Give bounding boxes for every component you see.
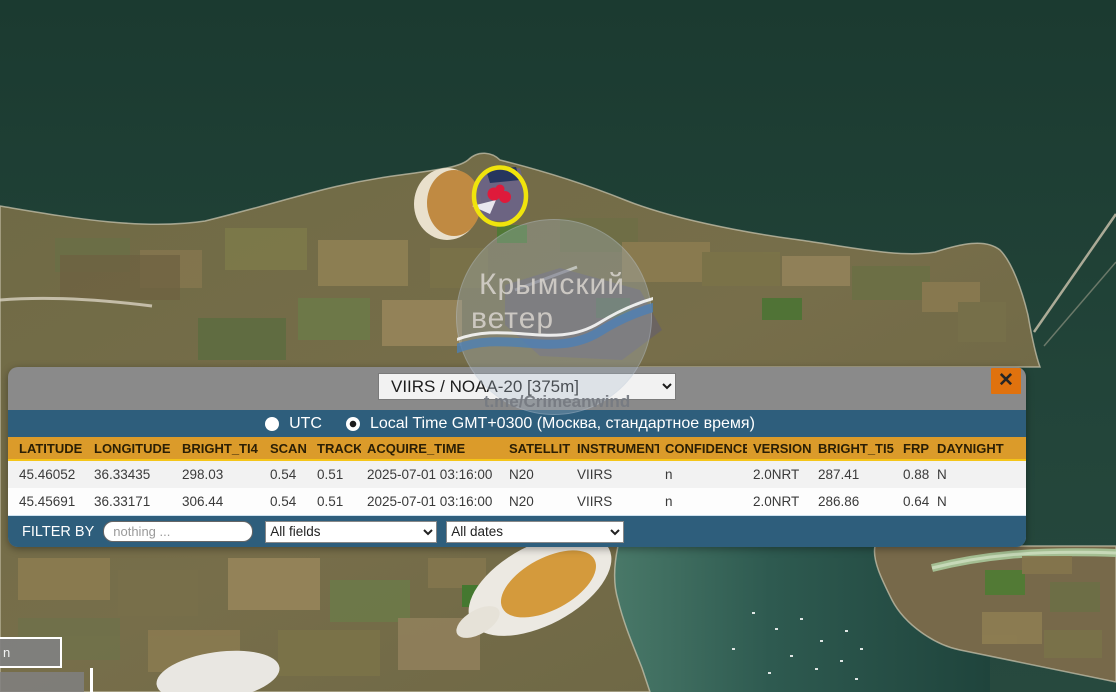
table-cell: 45.46052 — [13, 467, 88, 482]
map-control-partial-label: n — [3, 645, 10, 660]
header-cell-longitude[interactable]: LONGITUDE — [88, 441, 176, 456]
table-cell: VIIRS — [571, 467, 659, 482]
close-button[interactable]: ✕ — [991, 368, 1021, 394]
header-cell-satellite[interactable]: SATELLITE — [503, 441, 571, 456]
table-cell: 0.51 — [311, 494, 361, 509]
table-row: 45.4569136.33171306.440.540.512025-07-01… — [8, 488, 1026, 516]
utc-radio-label[interactable]: UTC — [289, 415, 322, 433]
filter-bar: FILTER BY All fields All dates — [8, 516, 1026, 547]
table-cell: 2.0NRT — [747, 494, 812, 509]
table-cell: N20 — [503, 467, 571, 482]
table-cell: N — [931, 467, 1026, 482]
filter-fields-select[interactable]: All fields — [265, 521, 437, 543]
header-cell-scan[interactable]: SCAN — [264, 441, 311, 456]
table-cell: 0.54 — [264, 467, 311, 482]
table-cell: 0.64 — [897, 494, 931, 509]
table-cell: 2025-07-01 03:16:00 — [361, 467, 503, 482]
time-toggle-row: UTC Local Time GMT+0300 (Москва, стандар… — [8, 410, 1026, 437]
firms-map-app: Крымский ветер t.me/Crimeanwind VIIRS / … — [0, 0, 1116, 692]
header-cell-frp[interactable]: FRP — [897, 441, 931, 456]
local-time-radio[interactable] — [346, 417, 360, 431]
table-cell: 298.03 — [176, 467, 264, 482]
map-control-divider — [90, 668, 93, 692]
table-cell: 36.33435 — [88, 467, 176, 482]
header-cell-latitude[interactable]: LATITUDE — [13, 441, 88, 456]
satellite-source-select[interactable]: VIIRS / NOAA-20 [375m] — [378, 373, 676, 400]
table-cell: 2.0NRT — [747, 467, 812, 482]
filter-by-label: FILTER BY — [22, 524, 94, 540]
table-cell: N — [931, 494, 1026, 509]
utc-radio[interactable] — [265, 417, 279, 431]
fire-data-panel: VIIRS / NOAA-20 [375m] ✕ UTC Local Time … — [8, 367, 1026, 547]
local-time-radio-label[interactable]: Local Time GMT+0300 (Москва, стандартное… — [370, 415, 755, 433]
filter-dates-select[interactable]: All dates — [446, 521, 624, 543]
table-cell: 286.86 — [812, 494, 897, 509]
header-cell-track[interactable]: TRACK — [311, 441, 361, 456]
table-cell: 45.45691 — [13, 494, 88, 509]
table-cell: 2025-07-01 03:16:00 — [361, 494, 503, 509]
header-cell-daynight[interactable]: DAYNIGHT — [931, 441, 1026, 456]
table-cell: VIIRS — [571, 494, 659, 509]
table-cell: 0.54 — [264, 494, 311, 509]
table-cell: 0.51 — [311, 467, 361, 482]
table-cell: 287.41 — [812, 467, 897, 482]
header-cell-confidence[interactable]: CONFIDENCE — [659, 441, 747, 456]
header-cell-version[interactable]: VERSION — [747, 441, 812, 456]
header-cell-bright_ti5[interactable]: BRIGHT_TI5 — [812, 441, 897, 456]
table-row: 45.4605236.33435298.030.540.512025-07-01… — [8, 461, 1026, 488]
map-control-partial-2[interactable] — [0, 672, 84, 692]
table-cell: n — [659, 467, 747, 482]
table-cell: n — [659, 494, 747, 509]
header-cell-instrument[interactable]: INSTRUMENT — [571, 441, 659, 456]
table-header-row: LATITUDELONGITUDEBRIGHT_TI4SCANTRACKACQU… — [8, 437, 1026, 461]
table-cell: 36.33171 — [88, 494, 176, 509]
header-cell-acquire_time[interactable]: ACQUIRE_TIME — [361, 441, 503, 456]
table-cell: 306.44 — [176, 494, 264, 509]
panel-header: VIIRS / NOAA-20 [375m] ✕ — [8, 367, 1026, 410]
map-control-partial[interactable]: n — [0, 637, 62, 668]
satellite-map[interactable] — [0, 0, 1116, 692]
header-cell-bright_ti4[interactable]: BRIGHT_TI4 — [176, 441, 264, 456]
filter-input[interactable] — [103, 521, 253, 542]
table-cell: 0.88 — [897, 467, 931, 482]
table-cell: N20 — [503, 494, 571, 509]
